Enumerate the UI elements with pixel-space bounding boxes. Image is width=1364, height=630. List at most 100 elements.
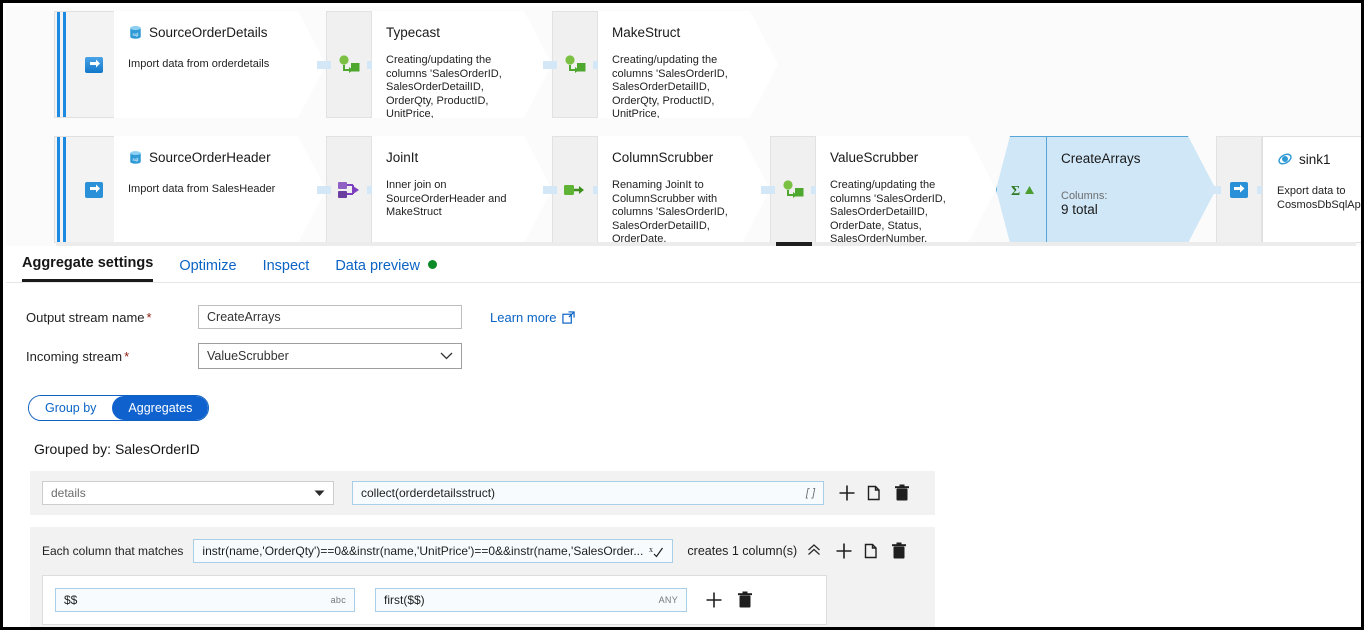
derived-column-icon	[336, 54, 362, 76]
connector-derived-column-2[interactable]	[543, 11, 609, 118]
node-title-row: CreateArrays	[1061, 151, 1175, 166]
connector-join[interactable]	[317, 136, 383, 243]
columns-total: 9 total	[1061, 202, 1098, 217]
add-aggregate-button[interactable]	[838, 484, 856, 502]
node-typecast[interactable]: Typecast Creating/updating the columns '…	[372, 11, 552, 118]
data-preview-status-dot	[427, 260, 437, 269]
expression-icon: x	[649, 544, 664, 558]
toggle-group-by[interactable]: Group by	[29, 396, 113, 420]
delete-aggregate-button[interactable]	[894, 484, 910, 502]
value-type-tag: ANY	[658, 595, 678, 605]
connector-select[interactable]	[543, 136, 609, 243]
node-name: ColumnScrubber	[612, 150, 714, 165]
required-marker: *	[124, 348, 130, 364]
add-next-step-button[interactable]: +	[975, 223, 986, 241]
label-text: Incoming stream	[26, 348, 123, 364]
tab-data-preview[interactable]: Data preview	[335, 258, 437, 282]
node-title-row: JoinIt	[386, 150, 518, 165]
pattern-value-expression-input[interactable]: first($$) ANY	[375, 588, 687, 612]
add-next-step-button[interactable]: +	[305, 98, 316, 116]
pattern-match-expression-input[interactable]: instr(name,'OrderQty')==0&&instr(name,'U…	[193, 539, 674, 563]
tab-optimize[interactable]: Optimize	[179, 258, 236, 282]
connector-derived-column-1[interactable]	[317, 11, 383, 118]
node-name: Typecast	[386, 25, 441, 40]
node-title-row: ColumnScrubber	[612, 150, 736, 165]
node-name: SourceOrderHeader	[149, 150, 271, 165]
node-joinit[interactable]: JoinIt Inner join on SourceOrderHeader a…	[372, 136, 552, 243]
connector-derived-column-3[interactable]	[761, 136, 827, 243]
learn-more-link[interactable]: Learn more	[490, 309, 576, 325]
add-next-step-button[interactable]: +	[305, 223, 316, 241]
dataflow-canvas[interactable]: sql SourceOrderDetails Import data from …	[6, 6, 1361, 246]
add-next-step-button[interactable]: +	[531, 98, 542, 116]
add-next-step-button[interactable]: +	[757, 98, 768, 116]
column-pattern-body: $$ abc first($$) ANY	[42, 575, 827, 625]
input-value: CreateArrays	[207, 310, 281, 324]
learn-more-label: Learn more	[490, 309, 557, 325]
add-pattern-button[interactable]	[835, 542, 853, 560]
node-sink1[interactable]: sink1 Export data to CosmosDbSqlApiOrder…	[1262, 136, 1361, 243]
select-icon	[562, 179, 588, 201]
toggle-aggregates[interactable]: Aggregates	[112, 396, 209, 420]
node-source-order-details[interactable]: sql SourceOrderDetails Import data from …	[114, 11, 326, 118]
copy-pattern-button[interactable]	[864, 542, 880, 560]
pattern-name-expression-input[interactable]: $$ abc	[55, 588, 355, 612]
node-makestruct[interactable]: MakeStruct Creating/updating the columns…	[598, 11, 778, 118]
add-next-step-button[interactable]: +	[531, 223, 542, 241]
add-pattern-expression-button[interactable]	[705, 591, 723, 609]
source-accent-bar	[54, 11, 74, 118]
copy-aggregate-button[interactable]	[867, 484, 883, 502]
aggregate-expression-input[interactable]: collect(orderdetailsstruct) [ ]	[352, 481, 824, 505]
node-create-arrays[interactable]: CreateArrays Columns: 9 total +	[1046, 136, 1216, 243]
output-stream-row: Output stream name * CreateArrays Learn m…	[26, 305, 1361, 329]
sql-database-icon: sql	[128, 150, 143, 165]
node-name: ValueScrubber	[830, 150, 919, 165]
settings-tabs: Aggregate settings Optimize Inspect Data…	[6, 246, 1361, 283]
tab-label: Data preview	[335, 258, 420, 274]
connector-sink[interactable]	[1207, 136, 1273, 243]
external-link-icon	[562, 310, 576, 324]
node-name: JoinIt	[386, 150, 419, 165]
aggregate-settings-form: Output stream name * CreateArrays Learn m…	[6, 283, 1361, 627]
node-source-order-header[interactable]: sql SourceOrderHeader Import data from S…	[114, 136, 326, 243]
node-value-scrubber[interactable]: ValueScrubber Creating/updating the colu…	[816, 136, 996, 243]
tab-label: Inspect	[262, 258, 310, 274]
source-import-icon	[83, 54, 105, 76]
incoming-stream-select[interactable]: ValueScrubber	[198, 343, 462, 369]
add-next-step-button[interactable]: +	[749, 223, 760, 241]
source-import-icon	[83, 179, 105, 201]
delete-pattern-expression-button[interactable]	[737, 591, 753, 609]
groupby-aggregates-toggle[interactable]: Group by Aggregates	[28, 395, 210, 421]
sink-icon	[1228, 179, 1250, 201]
node-name: MakeStruct	[612, 25, 681, 40]
azure-data-factory-dataflow-screen: sql SourceOrderDetails Import data from …	[0, 0, 1364, 630]
tab-inspect[interactable]: Inspect	[263, 258, 310, 282]
node-name: sink1	[1299, 151, 1331, 167]
tab-label: Aggregate settings	[22, 255, 154, 271]
output-stream-name-input[interactable]: CreateArrays	[198, 305, 462, 329]
node-title-row: sink1	[1277, 151, 1361, 167]
expression-value: $$	[64, 593, 78, 607]
svg-text:sql: sql	[133, 157, 139, 162]
cosmosdb-icon	[1277, 151, 1293, 167]
incoming-stream-row: Incoming stream * ValueScrubber	[26, 343, 1361, 369]
node-description: Inner join on SourceOrderHeader and Make…	[386, 179, 507, 218]
chevron-down-icon	[440, 352, 453, 360]
svg-text:x: x	[649, 545, 653, 554]
chevron-down-icon	[314, 490, 325, 497]
node-column-scrubber[interactable]: ColumnScrubber Renaming JoinIt to Column…	[598, 136, 770, 243]
node-title-row: ValueScrubber	[830, 150, 962, 165]
aggregate-column-select[interactable]: details	[42, 481, 334, 505]
tab-label: Optimize	[179, 258, 237, 274]
add-next-step-button[interactable]: +	[1200, 222, 1211, 240]
column-pattern-header: Each column that matches instr(name,'Ord…	[42, 539, 923, 563]
tab-aggregate-settings[interactable]: Aggregate settings	[22, 255, 154, 282]
connector-aggregate[interactable]: Σ	[996, 136, 1046, 243]
delete-pattern-button[interactable]	[891, 542, 907, 560]
select-value: details	[51, 486, 86, 500]
sql-database-icon: sql	[128, 25, 143, 40]
chevron-up-icon[interactable]	[807, 543, 821, 559]
pattern-inner-actions	[705, 591, 753, 609]
derived-column-icon	[562, 54, 588, 76]
creates-columns-label: creates 1 column(s)	[687, 544, 798, 558]
